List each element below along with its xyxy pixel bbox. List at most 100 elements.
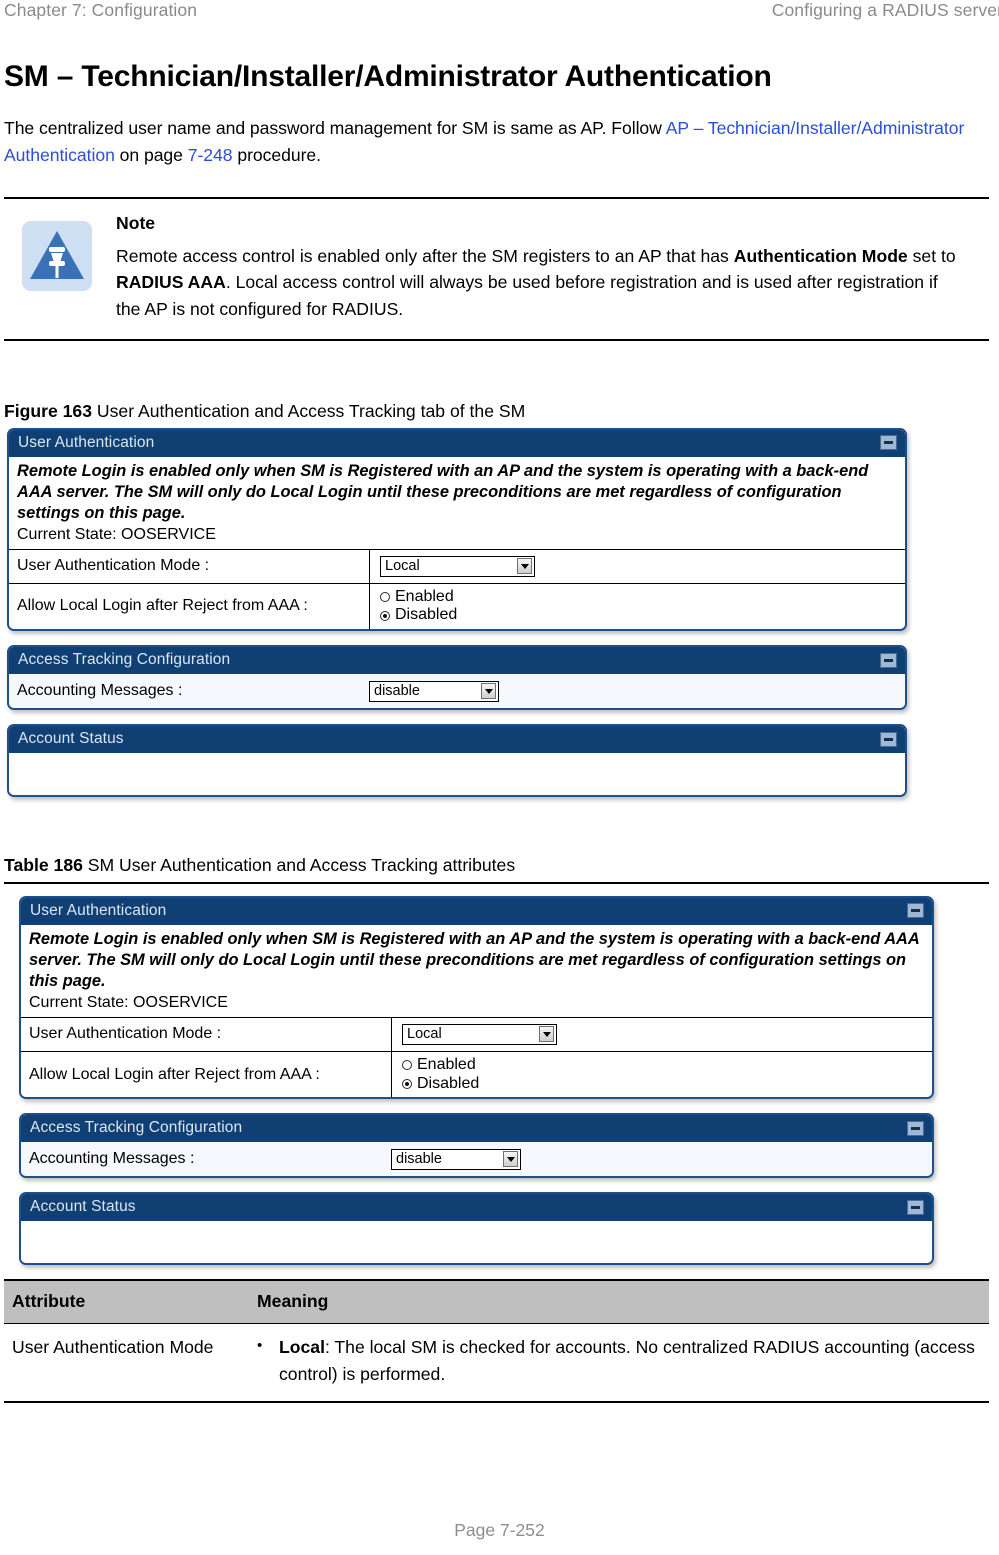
radio-enabled-label: Enabled	[395, 587, 454, 605]
allow-local-login-label: Allow Local Login after Reject from AAA …	[29, 1065, 320, 1083]
allow-local-login-control: Enabled Disabled	[392, 1052, 932, 1098]
account-status-panel-title: Account Status	[18, 730, 124, 748]
user-authentication-intro-text: Remote Login is enabled only when SM is …	[17, 461, 869, 522]
allow-local-login-label: Allow Local Login after Reject from AAA …	[17, 597, 308, 615]
radio-enabled-indicator[interactable]	[380, 591, 390, 602]
access-tracking-panel: Access Tracking Configuration Accounting…	[7, 645, 907, 711]
note-text: Remote access control is enabled only af…	[116, 243, 959, 323]
chevron-down-icon	[539, 1026, 554, 1043]
current-state-text: Current State: OOSERVICE	[29, 993, 228, 1011]
current-state-text: Current State: OOSERVICE	[17, 525, 216, 543]
accounting-messages-value: disable	[374, 683, 420, 700]
user-authentication-mode-label: User Authentication Mode :	[29, 1025, 222, 1043]
note-text-3: . Local access control will always be us…	[116, 272, 938, 319]
radio-disabled-indicator[interactable]	[380, 610, 390, 621]
header-chapter-label: Chapter 7: Configuration	[4, 0, 198, 20]
allow-local-login-row: Allow Local Login after Reject from AAA …	[21, 1050, 932, 1098]
allow-local-login-radio-group: Enabled Disabled	[402, 1052, 932, 1098]
accounting-messages-control: disable	[369, 680, 905, 702]
minimize-icon[interactable]	[907, 1120, 924, 1136]
minimize-icon[interactable]	[880, 435, 897, 451]
account-status-panel: Account Status	[7, 724, 907, 797]
minimize-icon[interactable]	[907, 1199, 924, 1215]
chevron-down-icon	[517, 558, 532, 575]
user-authentication-panel-body: Remote Login is enabled only when SM is …	[9, 456, 905, 630]
table-caption-rule	[4, 881, 989, 884]
bullet-dot-icon: •	[257, 1337, 263, 1355]
running-header: Chapter 7: Configuration Configuring a R…	[0, 0, 999, 30]
intro-text-3: procedure.	[232, 145, 321, 166]
radio-option-enabled[interactable]: Enabled	[402, 1056, 932, 1075]
user-authentication-panel: User Authentication Remote Login is enab…	[19, 895, 934, 1100]
radio-disabled-indicator[interactable]	[402, 1079, 412, 1090]
access-tracking-panel-title: Access Tracking Configuration	[30, 1119, 243, 1137]
access-tracking-panel: Access Tracking Configuration Accounting…	[19, 1113, 934, 1179]
account-status-panel-title: Account Status	[30, 1198, 136, 1216]
note-body: Note Remote access control is enabled on…	[116, 213, 989, 323]
user-authentication-mode-control: Local	[392, 1023, 932, 1045]
figure-label: Figure 163	[4, 400, 93, 421]
radio-option-disabled[interactable]: Disabled	[380, 606, 905, 625]
allow-local-login-radio-group: Enabled Disabled	[380, 584, 905, 630]
note-title: Note	[116, 212, 156, 233]
minimize-icon[interactable]	[880, 652, 897, 668]
user-authentication-mode-select[interactable]: Local	[402, 1023, 557, 1045]
accounting-messages-row: Accounting Messages : disable	[21, 1142, 932, 1176]
note-box: Note Remote access control is enabled on…	[4, 196, 989, 341]
access-tracking-panel-title: Access Tracking Configuration	[18, 651, 231, 669]
intro-text-2: on page	[114, 145, 188, 166]
user-authentication-mode-value: Local	[385, 558, 420, 575]
user-authentication-mode-label: User Authentication Mode :	[17, 557, 210, 575]
accounting-messages-control: disable	[391, 1148, 932, 1170]
note-text-1: Remote access control is enabled only af…	[116, 245, 734, 266]
attributes-table: Attribute Meaning User Authentication Mo…	[4, 1279, 989, 1403]
cell-meaning: • Local: The local SM is checked for acc…	[249, 1323, 989, 1403]
page-title: SM – Technician/Installer/Administrator …	[4, 60, 772, 93]
accounting-messages-label: Accounting Messages :	[17, 682, 183, 700]
link-page-number[interactable]: 7-248	[188, 145, 233, 165]
access-tracking-panel-body: Accounting Messages : disable	[9, 674, 905, 709]
chevron-down-icon	[481, 683, 496, 700]
intro-text-1: The centralized user name and password m…	[4, 118, 666, 138]
table-caption-text: SM User Authentication and Access Tracki…	[82, 854, 516, 875]
accounting-messages-select[interactable]: disable	[391, 1148, 521, 1170]
user-authentication-panel-header: User Authentication	[21, 897, 932, 925]
access-tracking-panel-header: Access Tracking Configuration	[9, 647, 905, 675]
figure-screenshot: User Authentication Remote Login is enab…	[7, 427, 907, 797]
user-authentication-mode-control: Local	[370, 555, 905, 577]
user-authentication-mode-select[interactable]: Local	[380, 555, 535, 577]
radio-disabled-label: Disabled	[417, 1074, 480, 1092]
note-bold-radius-aaa: RADIUS AAA	[116, 272, 226, 293]
access-tracking-panel-body: Accounting Messages : disable	[21, 1142, 932, 1177]
minimize-icon[interactable]	[880, 731, 897, 747]
bullet-term-local: Local	[279, 1337, 325, 1358]
allow-local-login-control: Enabled Disabled	[370, 584, 905, 630]
accounting-messages-value: disable	[396, 1151, 442, 1168]
user-authentication-mode-row: User Authentication Mode : Local	[21, 1016, 932, 1051]
accounting-messages-label: Accounting Messages :	[29, 1150, 195, 1168]
account-status-panel-header: Account Status	[9, 726, 905, 753]
note-bold-authentication-mode: Authentication Mode	[733, 245, 908, 266]
user-authentication-panel-title: User Authentication	[18, 433, 155, 451]
user-authentication-mode-value: Local	[407, 1026, 442, 1043]
minimize-icon[interactable]	[907, 903, 924, 919]
figure-block: Figure 163 User Authentication and Acces…	[4, 401, 989, 797]
bullet-text: Local: The local SM is checked for accou…	[279, 1334, 981, 1387]
user-authentication-mode-row: User Authentication Mode : Local	[9, 548, 905, 583]
account-status-panel-body	[9, 752, 905, 795]
user-authentication-panel-header: User Authentication	[9, 429, 905, 457]
radio-option-enabled[interactable]: Enabled	[380, 588, 905, 607]
user-authentication-panel-body: Remote Login is enabled only when SM is …	[21, 924, 932, 1098]
figure-caption: Figure 163 User Authentication and Acces…	[4, 401, 989, 422]
table-label: Table 186	[4, 854, 83, 875]
table-header-row: Attribute Meaning	[4, 1279, 989, 1325]
account-status-panel-body	[21, 1221, 932, 1264]
radio-option-disabled[interactable]: Disabled	[402, 1075, 932, 1094]
table-screenshot: User Authentication Remote Login is enab…	[19, 895, 934, 1266]
intro-paragraph: The centralized user name and password m…	[4, 115, 989, 170]
account-status-panel: Account Status	[19, 1192, 934, 1266]
note-icon-cell	[4, 213, 116, 323]
access-tracking-panel-header: Access Tracking Configuration	[21, 1115, 932, 1143]
radio-enabled-indicator[interactable]	[402, 1060, 412, 1071]
accounting-messages-select[interactable]: disable	[369, 680, 499, 702]
